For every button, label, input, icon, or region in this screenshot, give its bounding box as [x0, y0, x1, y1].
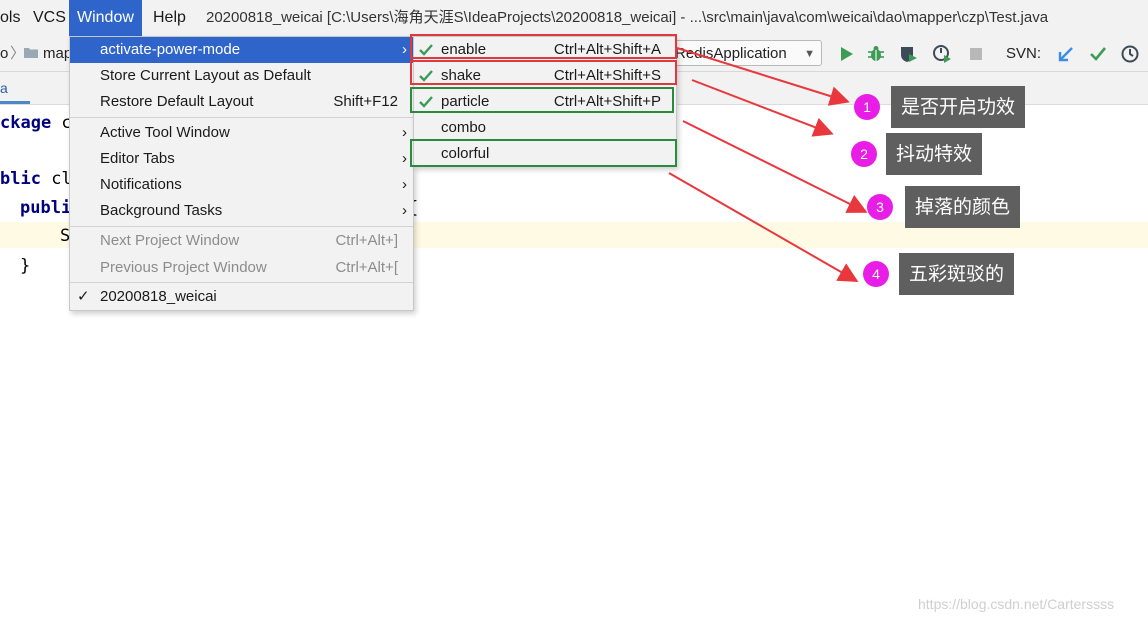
- annotation-label-3: 掉落的颜色: [905, 186, 1021, 228]
- arrow-2: [691, 79, 834, 137]
- watermark: https://blog.csdn.net/Carterssss: [918, 596, 1115, 612]
- arrow-1: [676, 47, 850, 106]
- arrow-4: [668, 172, 859, 282]
- annotation-label-4: 五彩斑驳的: [899, 253, 1015, 295]
- annotation-number-3: 3: [867, 194, 893, 220]
- annotation-number-1: 1: [854, 94, 880, 120]
- annotation-number-4: 4: [863, 261, 889, 287]
- annotation-label-2: 抖动特效: [886, 133, 983, 175]
- annotation-number-2: 2: [851, 141, 877, 167]
- annotation-label-1: 是否开启功效: [891, 86, 1026, 128]
